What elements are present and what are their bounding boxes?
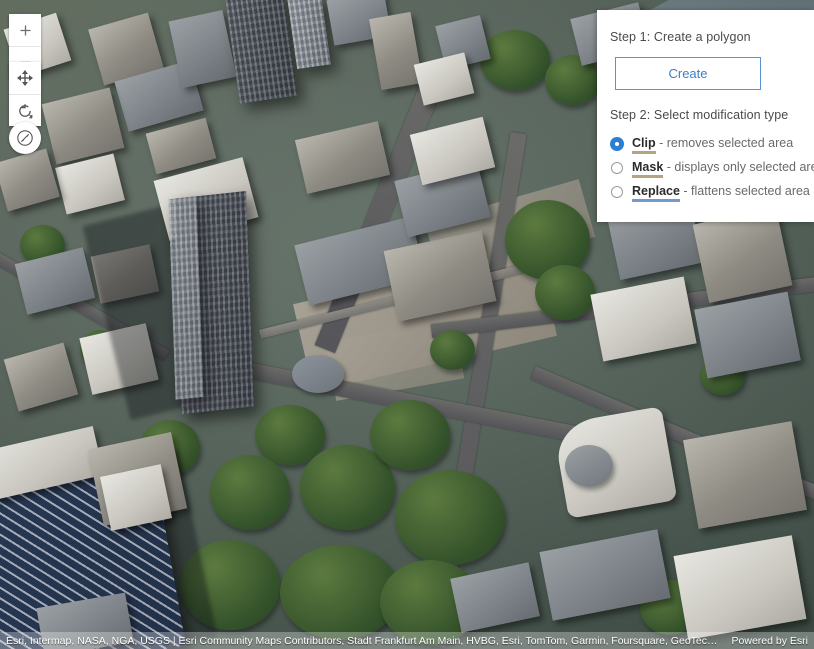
option-name-replace: Replace	[632, 184, 680, 202]
map-building	[3, 342, 79, 412]
option-name-mask: Mask	[632, 160, 664, 178]
map-building	[369, 11, 423, 91]
attribution-bar: Esri, Intermap, NASA, NGA, USGS | Esri C…	[0, 632, 814, 649]
map-building	[683, 421, 807, 529]
map-building	[0, 148, 60, 212]
compass-icon	[17, 130, 33, 146]
map-round-pavilion	[292, 355, 344, 393]
option-desc-replace: - flattens selected area	[679, 184, 810, 198]
pan-move-icon	[17, 70, 33, 86]
navigation-controls	[9, 62, 41, 126]
radio-icon-mask[interactable]	[611, 162, 623, 174]
map-round-building	[565, 445, 613, 487]
radio-option-clip[interactable]: Clip - removes selected area	[610, 136, 798, 154]
map-building	[590, 276, 697, 362]
plus-icon	[20, 25, 30, 35]
map-building	[55, 153, 125, 215]
map-building	[694, 291, 801, 379]
zoom-in-button[interactable]	[9, 14, 41, 46]
map-tree-cluster	[395, 470, 505, 565]
radio-option-replace[interactable]: Replace - flattens selected area	[610, 184, 810, 202]
radio-option-mask[interactable]: Mask - displays only selected area	[610, 160, 814, 178]
radio-icon-replace[interactable]	[611, 186, 623, 198]
compass-button[interactable]	[9, 122, 41, 154]
map-tower	[224, 0, 298, 104]
map-tree-cluster	[535, 265, 595, 320]
modification-panel: Step 1: Create a polygon Create Step 2: …	[597, 10, 814, 222]
map-building	[294, 121, 391, 194]
option-name-clip: Clip	[632, 136, 656, 154]
map-tree-cluster	[370, 400, 450, 470]
map-tower	[287, 0, 331, 70]
radio-label-mask: Mask - displays only selected area	[632, 160, 814, 178]
step1-label: Step 1: Create a polygon	[610, 30, 751, 44]
option-desc-clip: - removes selected area	[655, 136, 794, 150]
create-polygon-button[interactable]: Create	[615, 57, 761, 90]
step2-label: Step 2: Select modification type	[610, 108, 789, 122]
map-tree-cluster	[480, 30, 550, 90]
radio-label-replace: Replace - flattens selected area	[632, 184, 810, 202]
rotate-icon	[19, 103, 33, 118]
map-tree-cluster	[210, 455, 290, 530]
map-building	[413, 52, 475, 106]
map-building	[673, 535, 807, 640]
powered-by-label: Powered by Esri	[731, 634, 808, 647]
pan-button[interactable]	[9, 62, 41, 94]
map-application: Step 1: Create a polygon Create Step 2: …	[0, 0, 814, 649]
attribution-text[interactable]: Esri, Intermap, NASA, NGA, USGS | Esri C…	[6, 635, 722, 647]
radio-label-clip: Clip - removes selected area	[632, 136, 794, 154]
option-desc-mask: - displays only selected area	[663, 160, 814, 174]
radio-icon-clip[interactable]	[611, 138, 623, 150]
modification-type-radio-group: Clip - removes selected area Mask - disp…	[610, 136, 814, 202]
map-tree-cluster	[430, 330, 475, 370]
